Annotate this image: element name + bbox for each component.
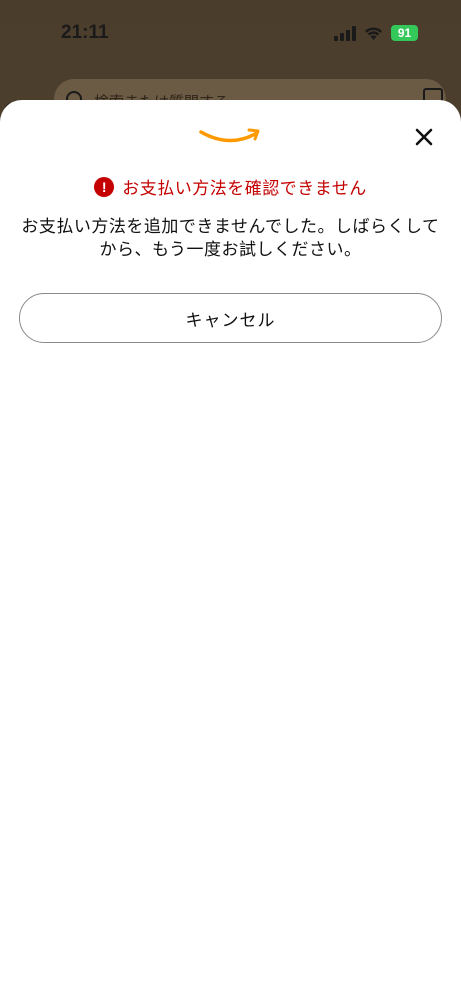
- cancel-button[interactable]: キャンセル: [19, 293, 442, 343]
- close-icon[interactable]: [413, 126, 435, 148]
- error-bottom-sheet: ! お支払い方法を確認できません お支払い方法を追加できませんでした。しばらくし…: [0, 100, 461, 999]
- wifi-icon: [365, 26, 382, 40]
- cellular-signal-icon: [334, 25, 356, 41]
- status-bar: 21:11 91: [0, 0, 461, 70]
- error-message: お支払い方法を追加できませんでした。しばらくしてから、もう一度お試しください。: [21, 217, 440, 260]
- error-title: お支払い方法を確認できません: [122, 179, 367, 199]
- error-header: ! お支払い方法を確認できません: [0, 174, 461, 199]
- status-time: 21:11: [61, 22, 109, 43]
- status-icons: 91: [334, 25, 418, 41]
- amazon-smile-logo-icon: [199, 128, 260, 143]
- battery-icon: 91: [391, 25, 418, 41]
- error-alert-icon: !: [94, 176, 115, 197]
